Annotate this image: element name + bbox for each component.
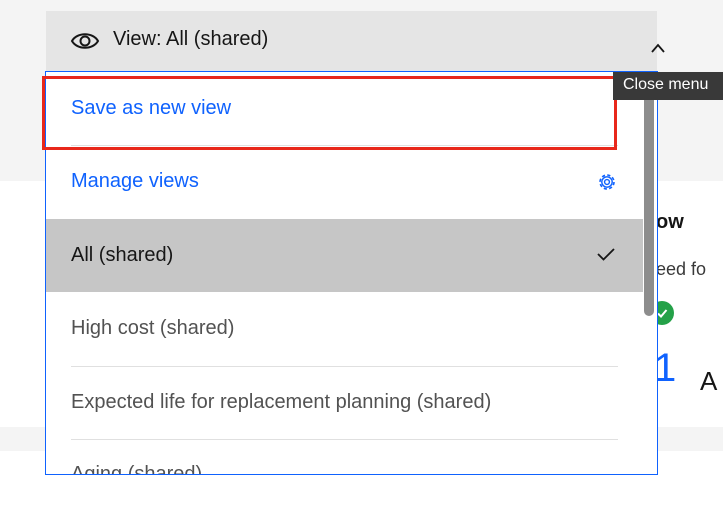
- view-option-high-cost[interactable]: High cost (shared): [46, 292, 643, 365]
- view-menu: Save as new view Manage views All (share…: [45, 71, 658, 475]
- view-option-expected-life[interactable]: Expected life for replacement planning (…: [46, 366, 643, 439]
- view-option-label: All (shared): [71, 244, 174, 266]
- card-metric-label: A: [700, 366, 718, 396]
- gear-icon: [599, 174, 615, 190]
- save-as-new-view-option[interactable]: Save as new view: [46, 72, 643, 145]
- view-option-aging[interactable]: Aging (shared): [46, 439, 643, 475]
- chevron-up-icon: [651, 43, 665, 53]
- view-option-label: High cost (shared): [71, 317, 235, 339]
- manage-views-option[interactable]: Manage views: [46, 145, 643, 218]
- menu-scrollbar[interactable]: [642, 76, 656, 474]
- manage-views-label: Manage views: [71, 170, 199, 192]
- card-subtext: eed fo: [656, 259, 707, 279]
- save-as-new-view-label: Save as new view: [71, 97, 232, 119]
- close-menu-tooltip: Close menu: [613, 72, 723, 100]
- view-option-label: Expected life for replacement planning (…: [71, 391, 492, 413]
- checkmark-icon: [597, 248, 615, 261]
- scrollbar-thumb[interactable]: [644, 78, 654, 316]
- view-option-label: Aging (shared): [71, 463, 203, 475]
- view-selector-label: View: All (shared): [113, 28, 269, 50]
- card-heading: ow: [656, 211, 684, 233]
- view-selector-button[interactable]: View: All (shared): [46, 11, 665, 71]
- eye-icon: [70, 33, 100, 49]
- view-option-all-shared[interactable]: All (shared): [46, 219, 643, 292]
